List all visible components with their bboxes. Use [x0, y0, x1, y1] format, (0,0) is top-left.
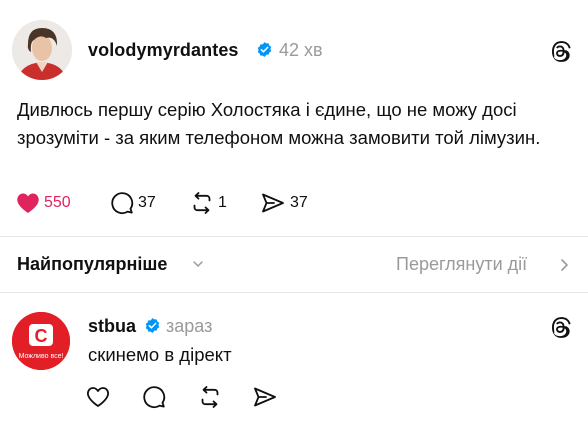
sort-dropdown[interactable]: Найпопулярніше	[17, 254, 167, 275]
reply-post: С Можливо все! stbua зараз скинемо в дір…	[0, 300, 588, 428]
reply-author-username[interactable]: stbua	[88, 316, 136, 337]
avatar[interactable]: С Можливо все!	[12, 312, 70, 370]
divider	[0, 292, 588, 293]
send-icon	[262, 193, 284, 213]
comment-icon	[111, 192, 134, 215]
share-button[interactable]	[252, 384, 278, 410]
stb-logo-caption: Можливо все!	[19, 353, 64, 360]
post-text: Дивлюсь першу серію Холостяка і єдине, щ…	[17, 99, 541, 148]
reply-timestamp: зараз	[166, 316, 213, 336]
comment-icon	[143, 386, 166, 409]
threads-logo-icon[interactable]	[548, 39, 572, 63]
view-activity-link[interactable]: Переглянути дії	[396, 254, 527, 275]
repost-button[interactable]: 1	[190, 190, 227, 216]
reply-text: скинемо в дірект	[88, 344, 232, 365]
like-button[interactable]	[86, 384, 110, 410]
comment-count: 37	[138, 194, 156, 211]
like-button[interactable]: 550	[16, 190, 71, 216]
chevron-down-icon[interactable]	[192, 258, 204, 270]
threads-logo-icon[interactable]	[548, 315, 572, 339]
sort-bar: Найпопулярніше Переглянути дії	[0, 250, 588, 280]
heart-icon	[87, 387, 109, 407]
verified-badge-icon	[257, 42, 272, 57]
repost-button[interactable]	[198, 384, 222, 410]
heart-filled-icon	[17, 193, 39, 213]
post-author-username[interactable]: volodymyrdantes	[88, 40, 239, 61]
send-icon	[254, 387, 276, 407]
avatar-photo	[12, 20, 72, 80]
avatar[interactable]	[12, 20, 72, 80]
share-count: 37	[290, 194, 308, 211]
stb-logo: С Можливо все!	[12, 312, 70, 370]
divider	[0, 236, 588, 237]
chevron-right-icon[interactable]	[558, 258, 570, 272]
stb-logo-letter: С	[35, 326, 48, 346]
verified-badge-icon	[145, 318, 160, 333]
repost-count: 1	[218, 194, 227, 211]
like-count: 550	[44, 194, 71, 211]
share-button[interactable]: 37	[260, 190, 308, 216]
repost-icon	[193, 192, 211, 214]
comment-button[interactable]	[142, 384, 166, 410]
comment-button[interactable]: 37	[110, 190, 156, 216]
post-timestamp: 42 хв	[279, 40, 323, 60]
repost-icon	[201, 386, 219, 408]
